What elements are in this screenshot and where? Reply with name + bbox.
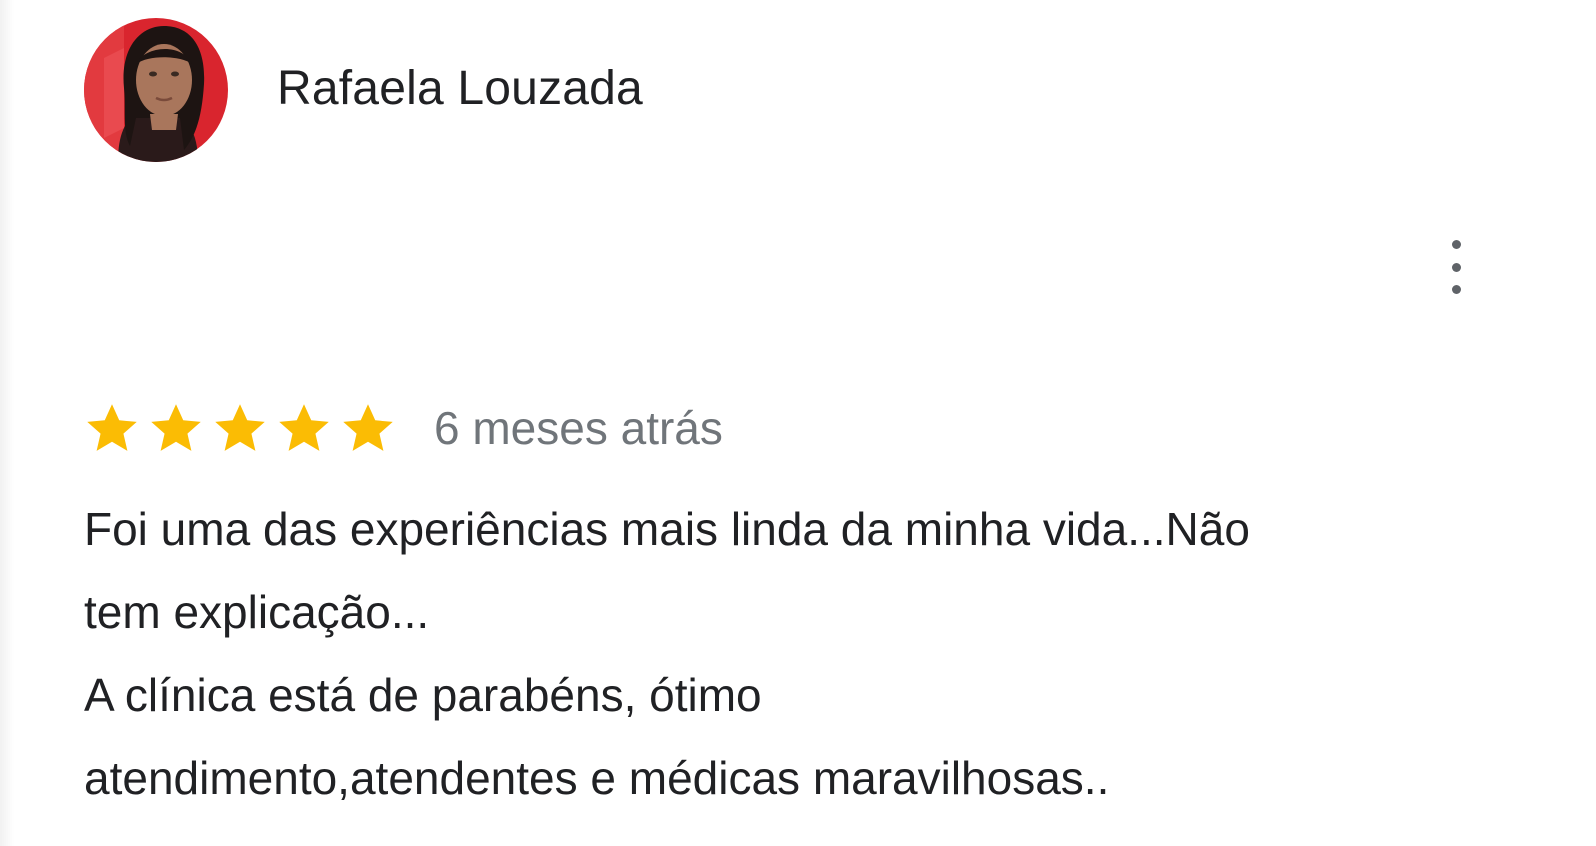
avatar[interactable] — [84, 18, 228, 162]
avatar-photo — [84, 18, 228, 162]
review-text-line: A clínica está de parabéns, ótimo — [84, 669, 762, 721]
star-icon — [276, 400, 332, 456]
star-icon — [340, 400, 396, 456]
review-text-line: Foi uma das experiências mais linda da m… — [84, 503, 1250, 555]
review-text: Foi uma das experiências mais linda da m… — [84, 488, 1524, 820]
review-text-line: atendimento,atendentes e médicas maravil… — [84, 752, 1110, 804]
star-icon — [148, 400, 204, 456]
more-vert-icon-dot — [1451, 262, 1461, 272]
star-rating — [84, 400, 404, 456]
rating-row: 6 meses atrás — [84, 396, 723, 460]
review-card: Rafaela Louzada 6 meses atrás Foi uma da… — [0, 0, 1596, 846]
more-options-button[interactable] — [1436, 236, 1476, 298]
author-name[interactable]: Rafaela Louzada — [277, 60, 643, 118]
review-text-line: tem explicação... — [84, 586, 430, 638]
star-icon — [212, 400, 268, 456]
more-vert-icon-dot — [1451, 285, 1461, 294]
review-date: 6 meses atrás — [434, 402, 723, 454]
more-vert-icon — [1451, 240, 1461, 249]
star-icon — [84, 400, 140, 456]
